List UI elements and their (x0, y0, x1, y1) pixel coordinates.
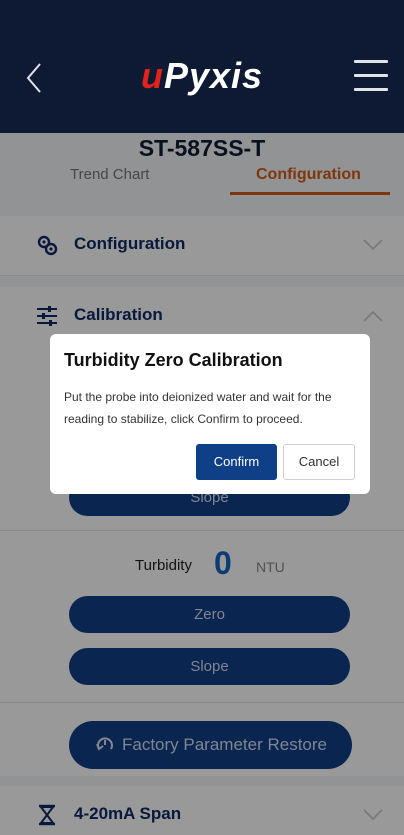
confirm-button[interactable]: Confirm (196, 444, 277, 480)
dialog-title: Turbidity Zero Calibration (64, 350, 283, 370)
hamburger-icon-line (354, 74, 388, 77)
calibration-dialog: Turbidity Zero Calibration Put the probe… (50, 334, 370, 494)
menu-button[interactable] (354, 60, 388, 92)
hamburger-icon-line (354, 88, 388, 91)
logo-text: Pyxis (163, 55, 264, 96)
logo-u: u (140, 55, 164, 96)
dialog-message: Put the probe into deionized water and w… (64, 390, 332, 426)
app-logo: uPyxis (0, 55, 404, 97)
cancel-button[interactable]: Cancel (283, 444, 355, 480)
hamburger-icon-line (354, 60, 388, 63)
app-header: uPyxis (0, 0, 404, 133)
